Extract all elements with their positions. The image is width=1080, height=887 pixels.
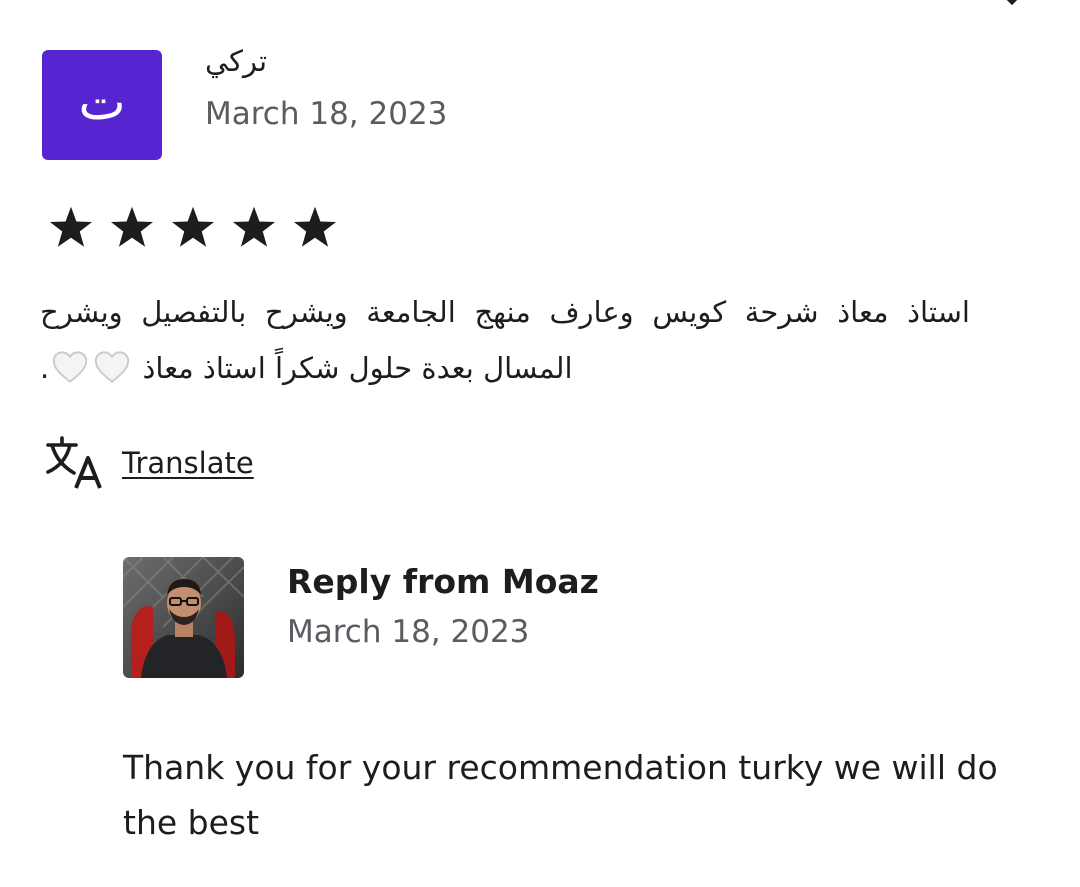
review-text-line-2: المسال بعدة حلول شكراً استاذ معاذ . (40, 340, 970, 396)
translate-row: Translate (46, 436, 254, 490)
review-text: استاذ معاذ شرحة كويس وعارف منهج الجامعة … (40, 284, 970, 396)
white-heart-icon (53, 351, 88, 383)
review-text-line-2-words: المسال بعدة حلول شكراً استاذ معاذ (142, 351, 573, 385)
star-icon (293, 206, 337, 247)
review-text-period: . (40, 351, 50, 385)
review-date: March 18, 2023 (205, 96, 448, 132)
close-icon (1006, 0, 1018, 6)
review-text-line-1: استاذ معاذ شرحة كويس وعارف منهج الجامعة … (40, 295, 970, 329)
star-icon (110, 206, 154, 247)
avatar-initial: ت (78, 73, 126, 131)
star-icon (232, 206, 276, 247)
reply-title: Reply from Moaz (287, 562, 599, 601)
translate-link[interactable]: Translate (122, 446, 254, 480)
reviewer-avatar: ت (42, 50, 162, 160)
star-icon (49, 206, 93, 247)
reply-date: March 18, 2023 (287, 614, 530, 650)
star-rating (46, 203, 351, 253)
reviewer-name: تركي (205, 44, 268, 78)
reply-text: Thank you for your recommendation turky … (123, 748, 998, 842)
star-icon (171, 206, 215, 247)
white-heart-icon (95, 351, 130, 383)
instructor-avatar (123, 557, 244, 678)
instructor-photo (123, 557, 244, 678)
translate-icon (46, 436, 102, 489)
close-button[interactable] (990, 0, 1034, 20)
